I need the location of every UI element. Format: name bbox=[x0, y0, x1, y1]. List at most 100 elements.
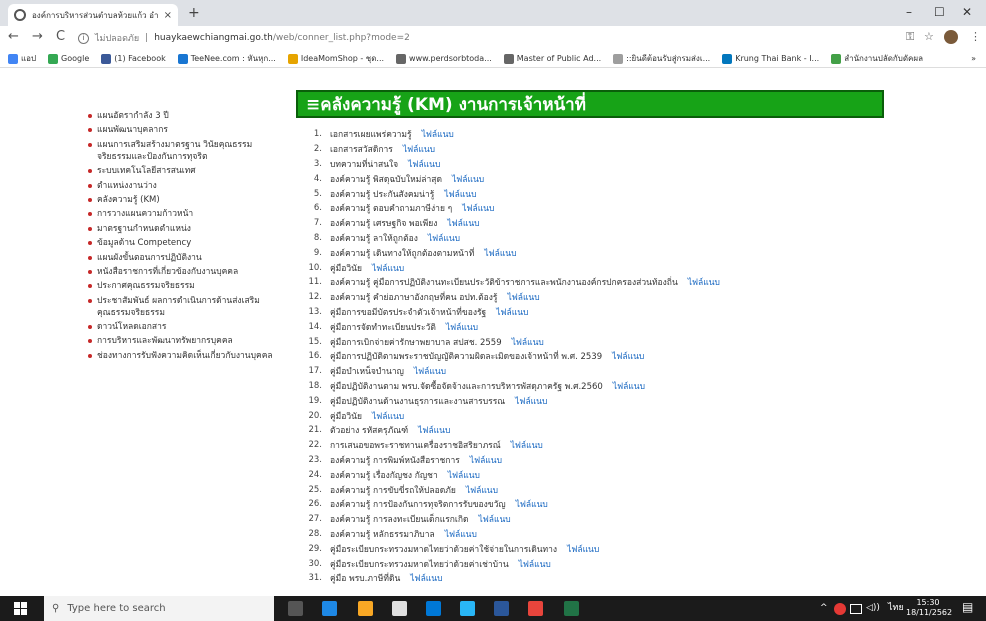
bookmark-item[interactable]: Master of Public Ad... bbox=[503, 53, 601, 64]
bookmark-item[interactable]: (1) Facebook bbox=[101, 53, 166, 64]
attachment-link[interactable]: ไฟล์แนบ bbox=[688, 275, 720, 289]
attachment-link[interactable]: ไฟล์แนบ bbox=[519, 557, 551, 571]
bookmark-item[interactable]: Krung Thai Bank - I... bbox=[722, 53, 819, 64]
list-item-number: 21. bbox=[308, 425, 322, 436]
close-window-button[interactable]: ✕ bbox=[962, 5, 972, 19]
minimize-button[interactable]: – bbox=[906, 5, 912, 19]
sidebar-item[interactable]: หนังสือราชการที่เกี่ยวข้องกับงานบุคคล bbox=[88, 266, 286, 278]
bookmarks-more-icon[interactable]: » bbox=[971, 54, 986, 63]
sidebar-item[interactable]: ตำแหน่งงานว่าง bbox=[88, 180, 286, 192]
tray-expand-icon[interactable]: ^ bbox=[820, 602, 828, 614]
attachment-link[interactable]: ไฟล์แนบ bbox=[428, 231, 460, 245]
url-text[interactable]: huaykaewchiangmai.go.th/web/conner_list.… bbox=[154, 33, 410, 43]
menu-icon[interactable]: ⋮ bbox=[970, 30, 981, 44]
clock[interactable]: 15:30 18/11/2562 bbox=[906, 598, 952, 618]
sidebar-item[interactable]: ข้อมูลด้าน Competency bbox=[88, 237, 286, 249]
browser-tab[interactable]: องค์การบริหารส่วนตำบลห้วยแก้ว อำเภ × bbox=[8, 4, 178, 26]
attachment-link[interactable]: ไฟล์แนบ bbox=[470, 453, 502, 467]
excel-icon[interactable] bbox=[564, 601, 579, 616]
sidebar-item[interactable]: ประกาศคุณธรรมจริยธรรม bbox=[88, 280, 286, 292]
attachment-link[interactable]: ไฟล์แนบ bbox=[372, 409, 404, 423]
attachment-link[interactable]: ไฟล์แนบ bbox=[448, 468, 480, 482]
attachment-link[interactable]: ไฟล์แนบ bbox=[446, 320, 478, 334]
sidebar-item[interactable]: ประชาสัมพันธ์ ผลการดำเนินการด้านส่งเสริม… bbox=[88, 295, 286, 319]
task-view-icon[interactable] bbox=[288, 601, 303, 616]
sidebar-item[interactable]: แผนการเสริมสร้างมาตรฐาน วินัยคุณธรรม จริ… bbox=[88, 139, 286, 163]
edge-icon[interactable] bbox=[426, 601, 441, 616]
language-indicator[interactable]: ไทย bbox=[888, 602, 904, 614]
attachment-link[interactable]: ไฟล์แนบ bbox=[511, 438, 543, 452]
sidebar-item[interactable]: การวางแผนความก้าวหน้า bbox=[88, 208, 286, 220]
sidebar-item[interactable]: ดาวน์โหลดเอกสาร bbox=[88, 321, 286, 333]
globe-icon bbox=[14, 9, 26, 21]
attachment-link[interactable]: ไฟล์แนบ bbox=[496, 305, 528, 319]
avatar[interactable] bbox=[944, 30, 958, 44]
sidebar-item[interactable]: แผนพัฒนาบุคลากร bbox=[88, 124, 286, 136]
bookmark-label: (1) Facebook bbox=[114, 54, 166, 63]
list-item-number: 10. bbox=[308, 262, 322, 273]
attachment-link[interactable]: ไฟล์แนบ bbox=[512, 335, 544, 349]
list-item-number: 30. bbox=[308, 558, 322, 569]
windows-start-icon[interactable] bbox=[14, 602, 27, 615]
bullet-icon bbox=[88, 114, 92, 118]
attachment-link[interactable]: ไฟล์แนบ bbox=[507, 290, 539, 304]
attachment-link[interactable]: ไฟล์แนบ bbox=[462, 201, 494, 215]
sidebar-item[interactable]: ช่องทางการรับฟังความคิดเห็นเกี่ยวกับงานบ… bbox=[88, 350, 286, 362]
bookmark-item[interactable]: สำนักงานปลัดกับดัคผล bbox=[831, 52, 923, 65]
attachment-link[interactable]: ไฟล์แนบ bbox=[414, 364, 446, 378]
bookmark-item[interactable]: แอป bbox=[8, 52, 36, 65]
word-icon[interactable] bbox=[494, 601, 509, 616]
attachment-link[interactable]: ไฟล์แนบ bbox=[484, 246, 516, 260]
sidebar-item[interactable]: การบริหารและพัฒนาทรัพยากรบุคคล bbox=[88, 335, 286, 347]
sidebar-item[interactable]: มาตรฐานกำหนดตำแหน่ง bbox=[88, 223, 286, 235]
antivirus-tray-icon[interactable] bbox=[834, 603, 846, 615]
list-item-number: 13. bbox=[308, 306, 322, 317]
list-item: 19. คู่มือปฏิบัติงานด้านงานธุรการและงานสา… bbox=[302, 393, 862, 408]
attachment-link[interactable]: ไฟล์แนบ bbox=[466, 483, 498, 497]
back-button[interactable]: ← bbox=[8, 29, 19, 45]
attachment-link[interactable]: ไฟล์แนบ bbox=[444, 187, 476, 201]
tab-close-icon[interactable]: × bbox=[164, 10, 172, 21]
attachment-link[interactable]: ไฟล์แนบ bbox=[515, 394, 547, 408]
notification-icon[interactable]: ▤ bbox=[962, 601, 973, 613]
attachment-link[interactable]: ไฟล์แนบ bbox=[478, 512, 510, 526]
key-icon[interactable]: ⚿ bbox=[906, 30, 914, 44]
taskbar-search[interactable]: ⚲ Type here to search bbox=[44, 596, 274, 621]
info-icon[interactable]: i bbox=[78, 32, 89, 44]
attachment-link[interactable]: ไฟล์แนบ bbox=[613, 379, 645, 393]
attachment-link[interactable]: ไฟล์แนบ bbox=[422, 127, 454, 141]
attachment-link[interactable]: ไฟล์แนบ bbox=[403, 142, 435, 156]
sidebar-item[interactable]: แผนผังขั้นตอนการปฏิบัติงาน bbox=[88, 252, 286, 264]
maximize-button[interactable]: ☐ bbox=[934, 5, 945, 19]
star-icon[interactable]: ☆ bbox=[924, 30, 934, 44]
store-icon[interactable] bbox=[358, 601, 373, 616]
chrome-icon[interactable] bbox=[528, 601, 543, 616]
explorer-icon[interactable] bbox=[460, 601, 475, 616]
url-bar[interactable]: i ไม่ปลอดภัย | huaykaewchiangmai.go.th/w… bbox=[78, 29, 888, 47]
bookmark-item[interactable]: Google bbox=[48, 53, 89, 64]
new-tab-button[interactable]: + bbox=[188, 5, 200, 21]
attachment-link[interactable]: ไฟล์แนบ bbox=[452, 172, 484, 186]
attachment-link[interactable]: ไฟล์แนบ bbox=[445, 527, 477, 541]
bookmark-item[interactable]: IdeaMomShop - ชุด... bbox=[287, 52, 384, 65]
network-icon[interactable] bbox=[850, 604, 862, 614]
attachment-link[interactable]: ไฟล์แนบ bbox=[372, 261, 404, 275]
sidebar-item[interactable]: คลังความรู้ (KM) bbox=[88, 194, 286, 206]
bookmark-item[interactable]: www.perdsorbtoda... bbox=[396, 53, 492, 64]
reload-button[interactable]: C bbox=[56, 29, 65, 45]
attachment-link[interactable]: ไฟล์แนบ bbox=[410, 571, 442, 585]
bookmark-item[interactable]: ::ยินดีต้อนรับสู่กรมส่งเ... bbox=[613, 52, 710, 65]
attachment-link[interactable]: ไฟล์แนบ bbox=[567, 542, 599, 556]
attachment-link[interactable]: ไฟล์แนบ bbox=[516, 497, 548, 511]
attachment-link[interactable]: ไฟล์แนบ bbox=[612, 349, 644, 363]
speaker-icon[interactable]: ◁)) bbox=[866, 602, 880, 614]
forward-button[interactable]: → bbox=[32, 29, 43, 45]
attachment-link[interactable]: ไฟล์แนบ bbox=[408, 157, 440, 171]
sidebar-item[interactable]: แผนอัตรากำลัง 3 ปี bbox=[88, 110, 286, 122]
bookmark-item[interactable]: TeeNee.com : หันหุก... bbox=[177, 52, 276, 65]
attachment-link[interactable]: ไฟล์แนบ bbox=[447, 216, 479, 230]
sidebar-item[interactable]: ระบบเทคโนโลยีสารสนเทศ bbox=[88, 165, 286, 177]
blue-app-icon[interactable] bbox=[322, 601, 337, 616]
attachment-link[interactable]: ไฟล์แนบ bbox=[418, 423, 450, 437]
mail-icon[interactable] bbox=[392, 601, 407, 616]
